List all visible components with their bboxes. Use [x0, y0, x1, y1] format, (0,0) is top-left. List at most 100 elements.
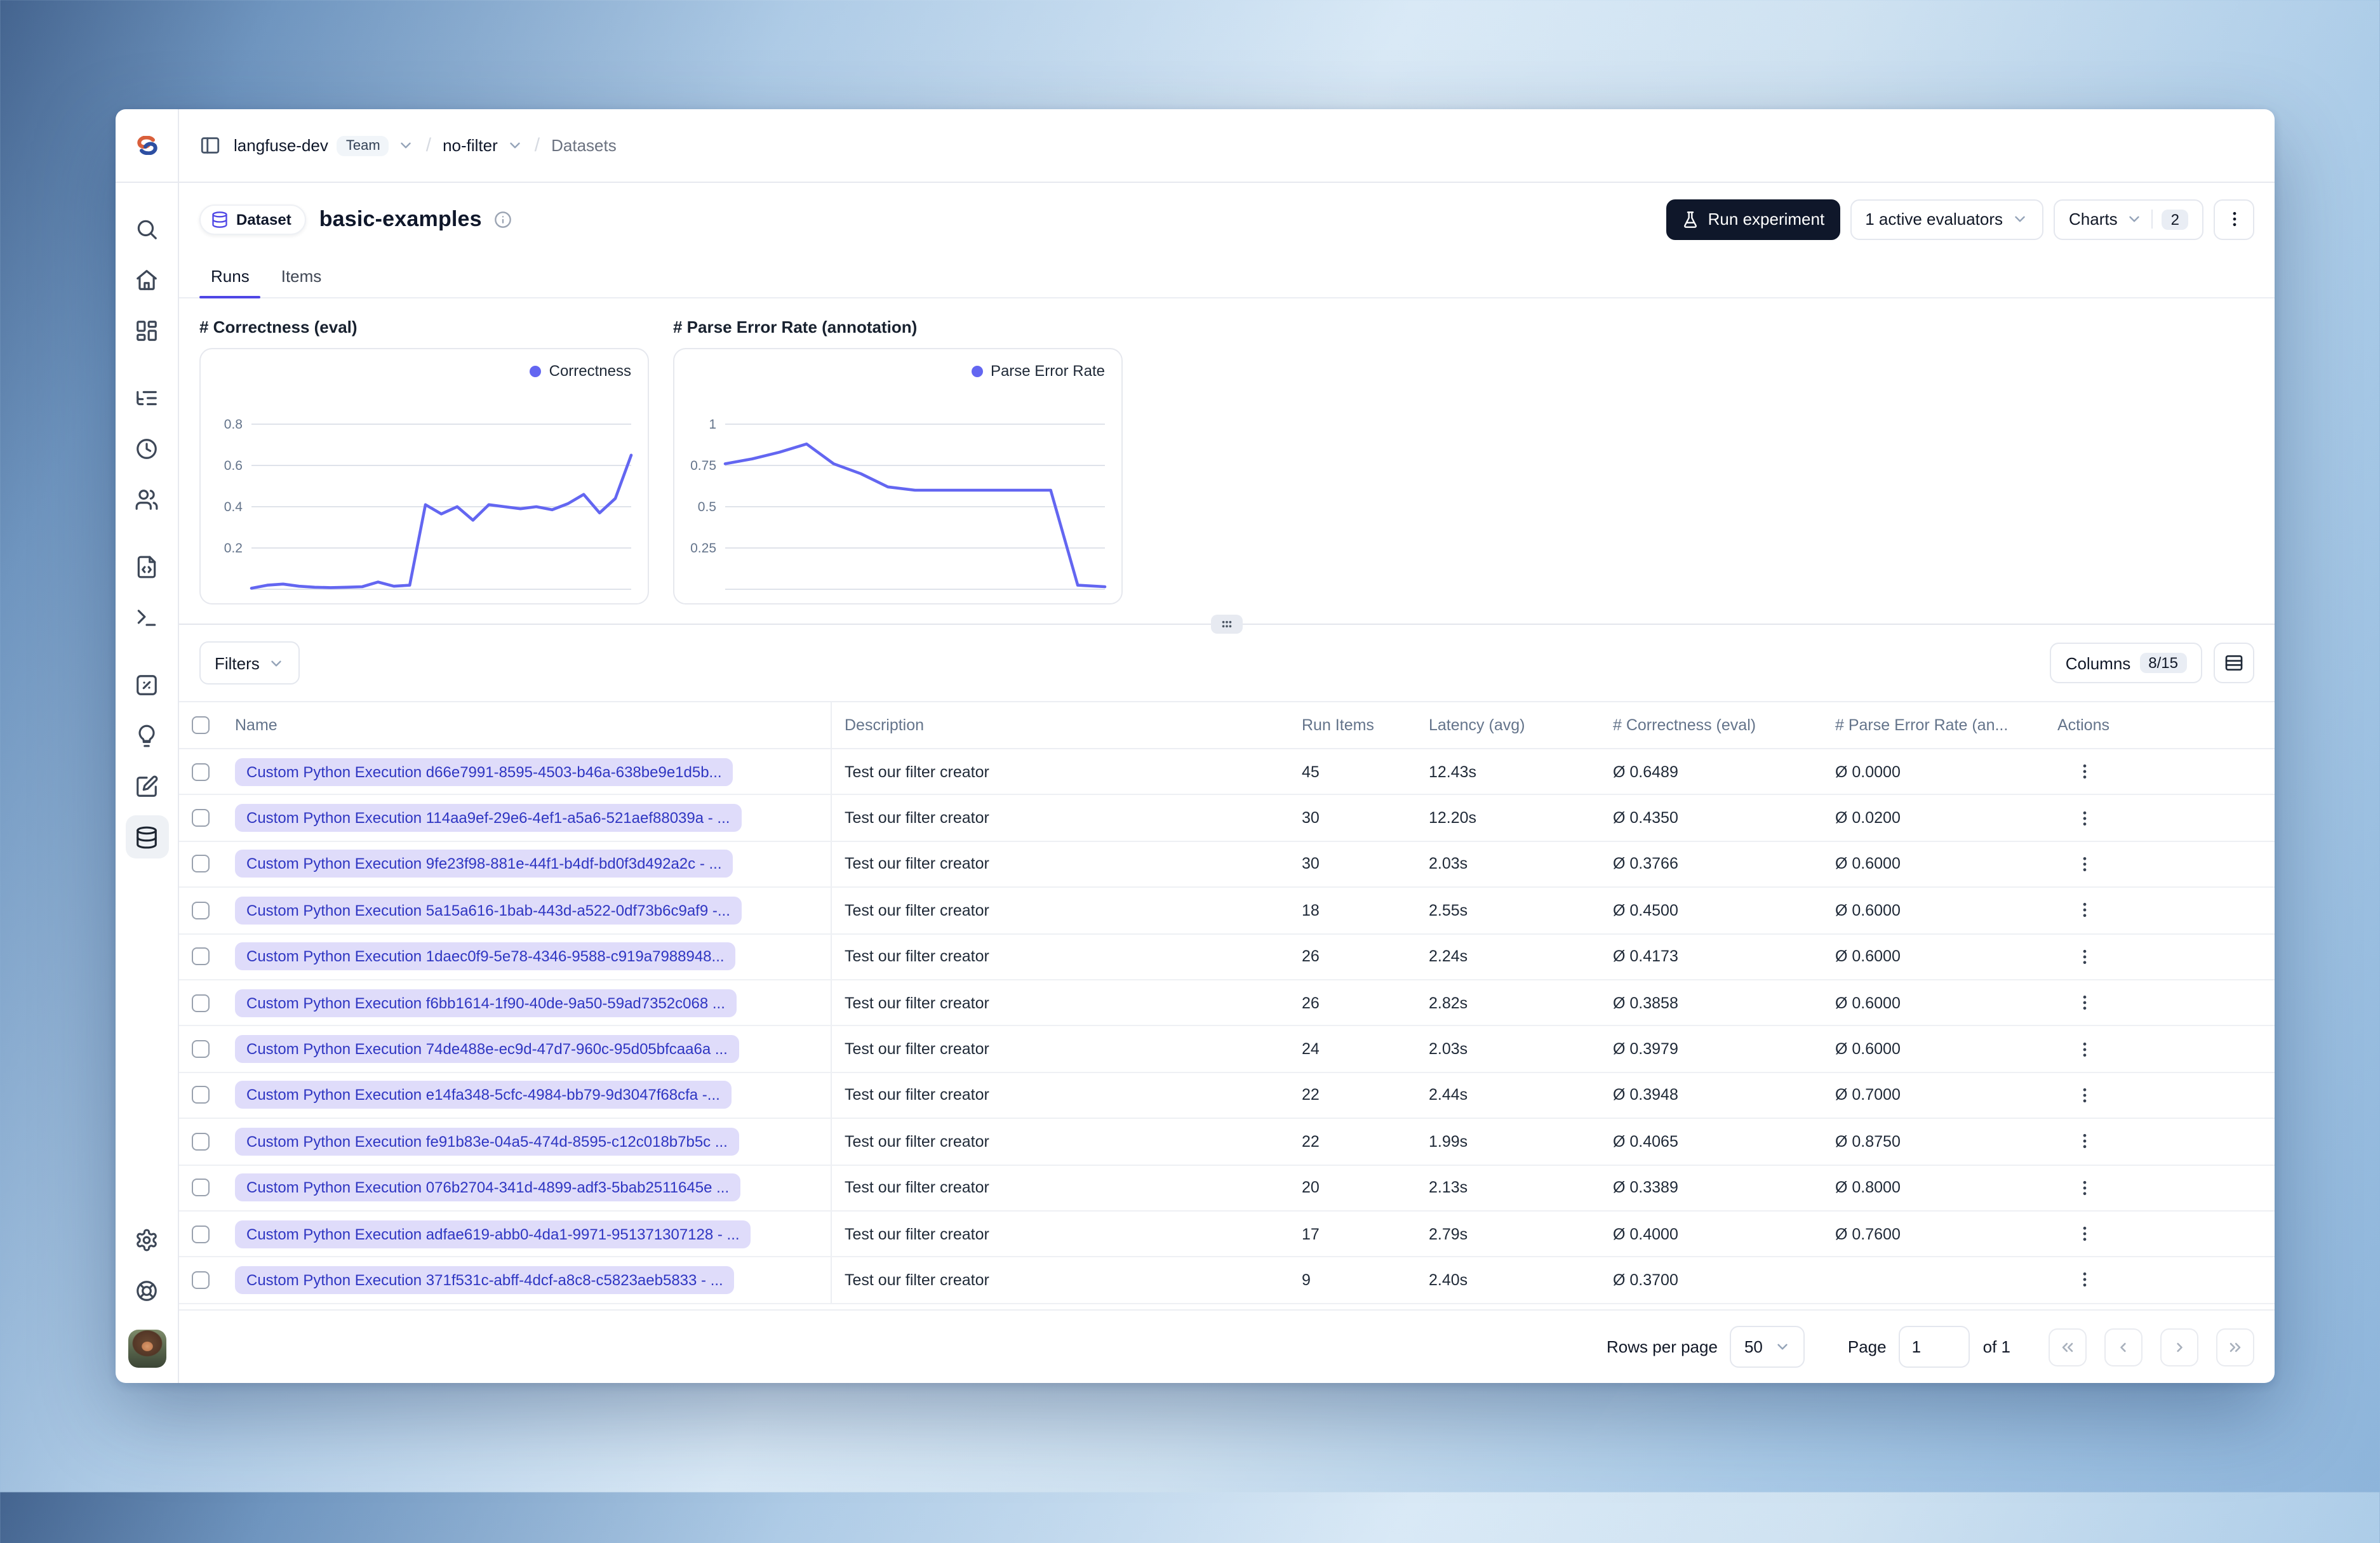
next-page-button[interactable]: [2160, 1328, 2198, 1366]
row-actions-button[interactable]: [2068, 894, 2101, 927]
run-experiment-button[interactable]: Run experiment: [1666, 199, 1840, 239]
active-evaluators-button[interactable]: 1 active evaluators: [1850, 199, 2044, 239]
run-name-link[interactable]: Custom Python Execution 9fe23f98-881e-44…: [235, 850, 733, 878]
sidebar-item-users[interactable]: [125, 478, 168, 521]
table-row[interactable]: Custom Python Execution 114aa9ef-29e6-4e…: [179, 795, 2275, 842]
row-checkbox[interactable]: [179, 749, 222, 794]
row-checkbox[interactable]: [179, 1258, 222, 1303]
select-all-checkbox[interactable]: [179, 702, 222, 748]
column-header-description[interactable]: Description: [845, 716, 924, 734]
run-name-link[interactable]: Custom Python Execution 1daec0f9-5e78-43…: [235, 942, 736, 971]
run-items-count: 30: [1302, 855, 1320, 873]
column-header-name[interactable]: Name: [235, 716, 277, 734]
panel-resize-handle[interactable]: [1211, 615, 1243, 634]
info-icon[interactable]: [495, 210, 512, 228]
sidebar-toggle-button[interactable]: [199, 135, 221, 156]
run-name-link[interactable]: Custom Python Execution 5a15a616-1bab-44…: [235, 896, 742, 925]
sidebar-item-datasets[interactable]: [125, 815, 168, 858]
run-correctness: Ø 0.4065: [1613, 1132, 1678, 1151]
table-row[interactable]: Custom Python Execution fe91b83e-04a5-47…: [179, 1119, 2275, 1166]
table-row[interactable]: Custom Python Execution f6bb1614-1f90-40…: [179, 980, 2275, 1027]
run-name-link[interactable]: Custom Python Execution 371f531c-abff-4d…: [235, 1266, 735, 1294]
row-actions-button[interactable]: [2068, 986, 2101, 1019]
rows-per-page-value: 50: [1744, 1337, 1763, 1356]
column-header-latency[interactable]: Latency (avg): [1429, 716, 1525, 734]
user-avatar[interactable]: [128, 1330, 166, 1368]
run-name-link[interactable]: Custom Python Execution 74de488e-ec9d-47…: [235, 1035, 739, 1064]
column-header-correctness[interactable]: # Correctness (eval): [1613, 716, 1756, 734]
row-actions-button[interactable]: [2068, 1171, 2101, 1204]
row-actions-button[interactable]: [2068, 1264, 2101, 1297]
table-row[interactable]: Custom Python Execution e14fa348-5cfc-49…: [179, 1072, 2275, 1119]
run-name-link[interactable]: Custom Python Execution fe91b83e-04a5-47…: [235, 1127, 739, 1156]
breadcrumb-project[interactable]: no-filter: [443, 136, 498, 155]
filters-button[interactable]: Filters: [199, 641, 300, 685]
page-number-input[interactable]: [1899, 1326, 1970, 1368]
row-height-button[interactable]: [2214, 643, 2254, 683]
row-checkbox[interactable]: [179, 934, 222, 979]
breadcrumb-section[interactable]: Datasets: [551, 136, 617, 155]
charts-toggle-button[interactable]: Charts 2: [2054, 199, 2203, 239]
tab-items[interactable]: Items: [270, 255, 333, 297]
run-name-link[interactable]: Custom Python Execution adfae619-abb0-4d…: [235, 1220, 751, 1248]
chevron-down-icon[interactable]: [398, 137, 415, 154]
sidebar-item-evaluation[interactable]: [125, 663, 168, 706]
breadcrumb-organization[interactable]: langfuse-dev: [234, 136, 328, 155]
columns-button[interactable]: Columns 8/15: [2050, 643, 2202, 683]
row-actions-button[interactable]: [2068, 1079, 2101, 1112]
tab-runs[interactable]: Runs: [199, 255, 262, 298]
row-checkbox[interactable]: [179, 980, 222, 1025]
sidebar-item-playground[interactable]: [125, 596, 168, 639]
sidebar-item-settings[interactable]: [125, 1218, 168, 1261]
column-header-run-items[interactable]: Run Items: [1302, 716, 1374, 734]
table-row[interactable]: Custom Python Execution 74de488e-ec9d-47…: [179, 1026, 2275, 1073]
row-actions-button[interactable]: [2068, 1125, 2101, 1158]
table-row[interactable]: Custom Python Execution d66e7991-8595-45…: [179, 749, 2275, 796]
row-actions-button[interactable]: [2068, 801, 2101, 834]
row-checkbox[interactable]: [179, 842, 222, 887]
row-actions-button[interactable]: [2068, 755, 2101, 788]
sidebar-item-search[interactable]: [125, 207, 168, 250]
chevrons-right-icon: [2230, 1342, 2241, 1352]
sidebar-item-dashboards[interactable]: [125, 309, 168, 352]
table-row[interactable]: Custom Python Execution 371f531c-abff-4d…: [179, 1257, 2275, 1304]
previous-page-button[interactable]: [2104, 1328, 2143, 1366]
row-checkbox[interactable]: [179, 1212, 222, 1257]
rows-per-page-select[interactable]: 50: [1730, 1326, 1805, 1368]
table-row[interactable]: Custom Python Execution 076b2704-341d-48…: [179, 1165, 2275, 1212]
row-checkbox[interactable]: [179, 796, 222, 841]
row-checkbox[interactable]: [179, 888, 222, 933]
sidebar-item-tracing[interactable]: [125, 376, 168, 419]
row-checkbox[interactable]: [179, 1027, 222, 1072]
more-actions-button[interactable]: [2214, 199, 2254, 239]
sidebar-item-support[interactable]: [125, 1269, 168, 1312]
run-name-link[interactable]: Custom Python Execution d66e7991-8595-45…: [235, 758, 733, 786]
table-row[interactable]: Custom Python Execution 9fe23f98-881e-44…: [179, 841, 2275, 888]
langfuse-logo[interactable]: [116, 109, 178, 183]
row-checkbox[interactable]: [179, 1165, 222, 1210]
row-checkbox[interactable]: [179, 1072, 222, 1118]
run-name-link[interactable]: Custom Python Execution f6bb1614-1f90-40…: [235, 989, 737, 1017]
row-actions-button[interactable]: [2068, 940, 2101, 973]
sidebar-item-llm-judge[interactable]: [125, 714, 168, 757]
run-name-link[interactable]: Custom Python Execution 114aa9ef-29e6-4e…: [235, 804, 742, 832]
column-header-parse-error[interactable]: # Parse Error Rate (an...: [1835, 716, 2008, 734]
first-page-button[interactable]: [2049, 1328, 2087, 1366]
last-page-button[interactable]: [2216, 1328, 2254, 1366]
table-row[interactable]: Custom Python Execution 1daec0f9-5e78-43…: [179, 934, 2275, 980]
table-row[interactable]: Custom Python Execution adfae619-abb0-4d…: [179, 1211, 2275, 1258]
sidebar-item-sessions[interactable]: [125, 427, 168, 470]
table-row[interactable]: Custom Python Execution 5a15a616-1bab-44…: [179, 888, 2275, 935]
run-name-link[interactable]: Custom Python Execution 076b2704-341d-48…: [235, 1173, 741, 1202]
sidebar-item-prompts[interactable]: [125, 545, 168, 588]
chevron-down-icon[interactable]: [507, 137, 523, 154]
sidebar-item-home[interactable]: [125, 258, 168, 301]
columns-label: Columns: [2065, 653, 2131, 672]
row-actions-button[interactable]: [2068, 1032, 2101, 1065]
run-name-link[interactable]: Custom Python Execution e14fa348-5cfc-49…: [235, 1081, 732, 1109]
row-actions-button[interactable]: [2068, 1217, 2101, 1250]
row-checkbox[interactable]: [179, 1119, 222, 1164]
correctness-chart-plot: 0.2 0.4 0.6 0.8: [224, 417, 633, 590]
sidebar-item-annotation[interactable]: [125, 765, 168, 808]
row-actions-button[interactable]: [2068, 848, 2101, 881]
